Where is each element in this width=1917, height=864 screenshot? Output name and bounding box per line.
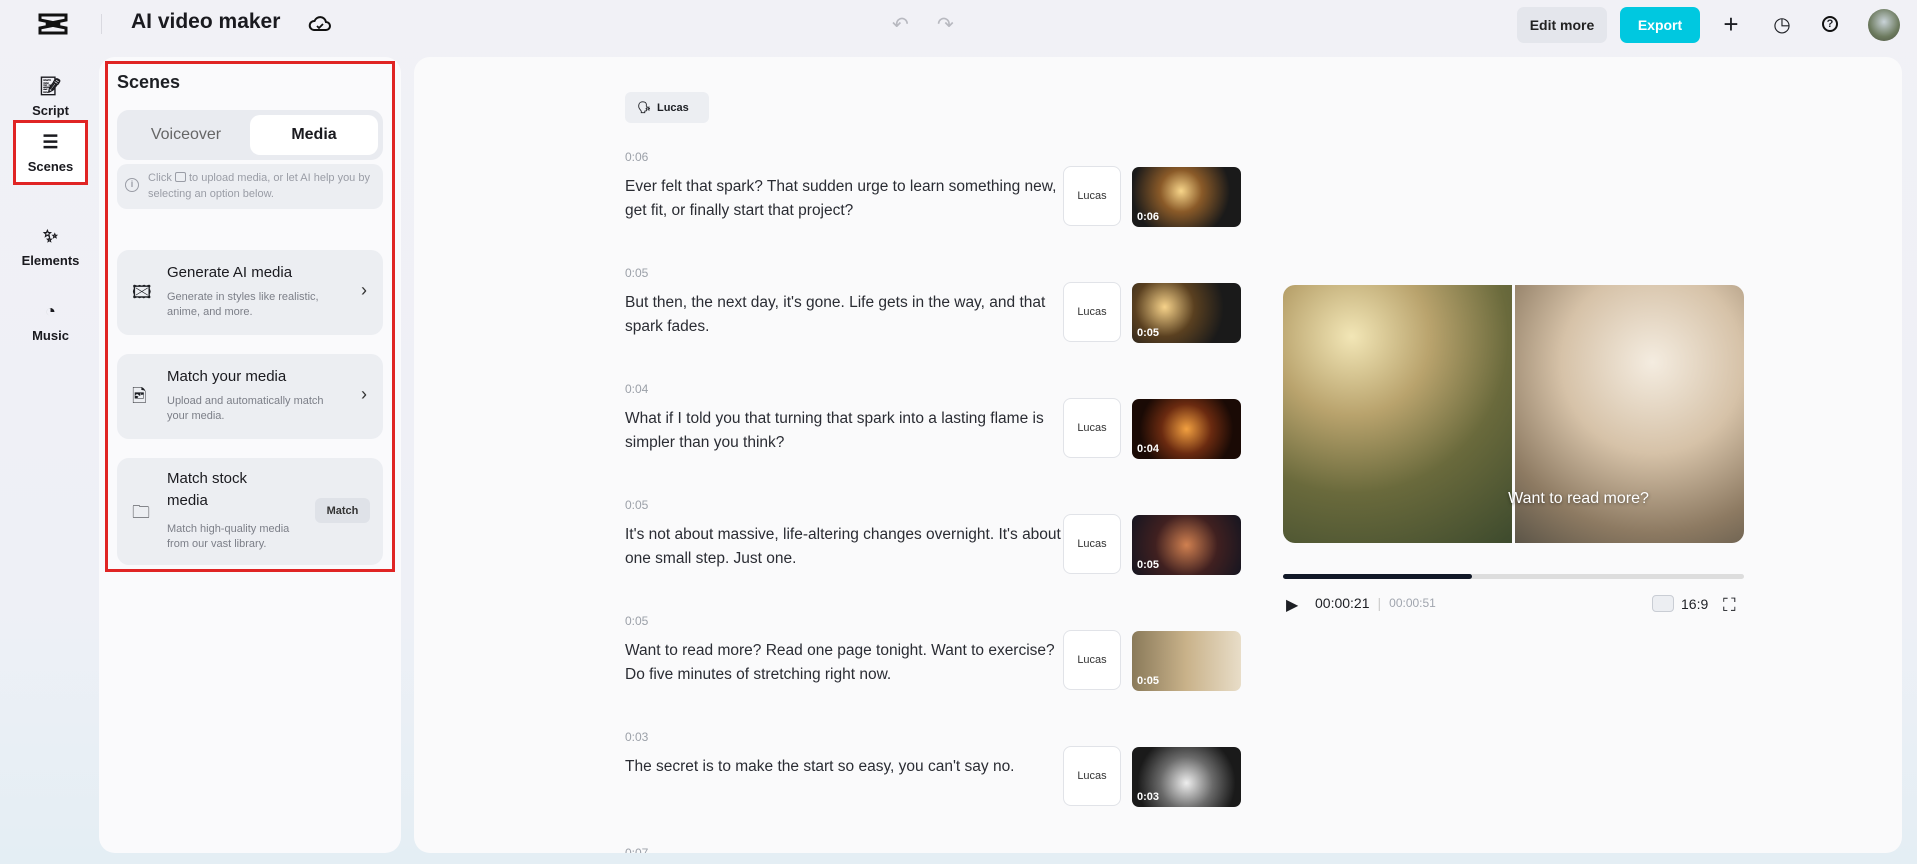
rail-label: Elements	[21, 253, 80, 268]
scene-duration: 0:03	[625, 730, 649, 744]
scenes-icon: ☰	[42, 131, 59, 152]
voice-icon: 🗣︎	[637, 102, 651, 114]
rail-item-script[interactable]: 📝︎ Script	[14, 65, 87, 129]
scene-thumbnail[interactable]: 0:05	[1132, 283, 1241, 343]
chevron-right-icon: ›	[361, 280, 367, 300]
match-your-media-card[interactable]: 🖻 Match your media Upload and automatica…	[117, 354, 383, 439]
tab-voiceover[interactable]: Voiceover	[122, 115, 250, 155]
rail-item-elements[interactable]: ✨︎ Elements	[14, 215, 87, 279]
help-icon[interactable]: ?	[1818, 12, 1842, 36]
match-button[interactable]: Match	[315, 498, 370, 523]
preview-caption: Want to read more?	[1508, 490, 1649, 507]
fullscreen-icon[interactable]: ⛶	[1723, 595, 1736, 616]
capcut-logo-icon[interactable]	[38, 12, 68, 36]
user-avatar[interactable]	[1868, 9, 1900, 41]
rail-item-scenes[interactable]: ☰ Scenes	[13, 120, 88, 185]
rail-label: Scenes	[27, 158, 74, 174]
scene-thumbnail[interactable]: 0:04	[1132, 399, 1241, 459]
scene-duration: 0:04	[625, 382, 649, 396]
total-time: 00:00:51	[1389, 596, 1436, 610]
scene-script-text[interactable]: But then, the next day, it's gone. Life …	[625, 291, 1065, 339]
scene-duration: 0:05	[625, 614, 649, 628]
top-bar: AI video maker ↶ ↷ Edit more Export + ◷ …	[0, 0, 1917, 55]
rail-item-music[interactable]: ◔ Music	[14, 290, 87, 354]
thumbnail-duration: 0:06	[1137, 211, 1160, 223]
folder-icon: 🗀	[132, 502, 150, 522]
ai-image-icon: 🖾	[132, 282, 152, 302]
cloud-saved-icon[interactable]	[308, 12, 332, 36]
card-title: Match your media	[167, 368, 287, 385]
scene-script-text[interactable]: Want to read more? Read one page tonight…	[625, 639, 1065, 687]
gallery-icon: 🖻	[132, 386, 147, 406]
scene-thumbnail[interactable]: 0:05	[1132, 631, 1241, 691]
play-button[interactable]: ▶	[1286, 595, 1298, 615]
scene-duration: 0:07	[625, 846, 649, 853]
voice-chip[interactable]: 🗣︎ Lucas	[625, 92, 709, 123]
playback-progress[interactable]	[1283, 574, 1744, 579]
script-icon: 📝︎	[39, 76, 62, 96]
scene-voice-button[interactable]: Lucas	[1063, 746, 1121, 806]
current-time: 00:00:21	[1315, 595, 1370, 611]
upload-media-icon	[174, 172, 186, 182]
scene-duration: 0:05	[625, 498, 649, 512]
aspect-label: 16:9	[1681, 595, 1709, 612]
scenes-tab-switch: Voiceover Media	[117, 110, 383, 160]
card-desc: Match high-quality media from our vast l…	[167, 523, 290, 550]
aspect-ratio-icon	[1652, 595, 1674, 612]
app-title: AI video maker	[131, 10, 281, 33]
chevron-right-icon: ›	[361, 384, 367, 404]
scene-voice-button[interactable]: Lucas	[1063, 282, 1121, 342]
scene-voice-button[interactable]: Lucas	[1063, 630, 1121, 690]
plus-icon[interactable]: +	[1719, 9, 1743, 39]
scene-script-text[interactable]: It's not about massive, life-altering ch…	[625, 523, 1065, 571]
hint-text: Click	[148, 172, 172, 184]
thumbnail-duration: 0:03	[1137, 791, 1160, 803]
scene-thumbnail[interactable]: 0:05	[1132, 515, 1241, 575]
match-stock-media-card: 🗀 Match stock media Match high-quality m…	[117, 458, 383, 565]
scene-script-text[interactable]: What if I told you that turning that spa…	[625, 407, 1065, 455]
generate-ai-media-card[interactable]: 🖾 Generate AI media Generate in styles l…	[117, 250, 383, 335]
scene-voice-button[interactable]: Lucas	[1063, 398, 1121, 458]
edit-more-button[interactable]: Edit more	[1517, 7, 1607, 43]
undo-icon[interactable]: ↶	[892, 12, 909, 37]
play-icon: ▶	[1286, 597, 1299, 614]
scene-thumbnail[interactable]: 0:06	[1132, 167, 1241, 227]
scene-script-text[interactable]: Ever felt that spark? That sudden urge t…	[625, 175, 1065, 223]
tab-media[interactable]: Media	[250, 115, 378, 155]
card-title: Generate AI media	[167, 264, 293, 281]
scene-duration: 0:05	[625, 266, 649, 280]
scene-voice-button[interactable]: Lucas	[1063, 166, 1121, 226]
info-icon: i	[125, 178, 139, 192]
thumbnail-duration: 0:05	[1137, 675, 1160, 687]
rail-label: Script	[32, 103, 69, 118]
voice-name: Lucas	[656, 101, 689, 114]
scene-voice-button[interactable]: Lucas	[1063, 514, 1121, 574]
aspect-ratio-button[interactable]: 16:9	[1652, 595, 1708, 612]
video-preview[interactable]: Want to read more?	[1283, 285, 1744, 543]
redo-icon[interactable]: ↷	[937, 12, 954, 37]
progress-fill	[1283, 574, 1472, 579]
card-desc: Generate in styles like realistic, anime…	[167, 291, 319, 318]
scene-script-text[interactable]: The secret is to make the start so easy,…	[625, 755, 1065, 779]
elements-icon: ✨︎	[43, 226, 58, 246]
scene-duration: 0:06	[625, 150, 649, 164]
upload-hint: i Click to upload media, or let AI help …	[117, 164, 383, 209]
history-icon[interactable]: ◷	[1770, 12, 1794, 36]
card-title: Match stock media	[167, 470, 248, 509]
scene-thumbnail[interactable]: 0:03	[1132, 747, 1241, 807]
rail-label: Music	[32, 328, 69, 343]
thumbnail-duration: 0:04	[1137, 443, 1160, 455]
card-desc: Upload and automatically match your medi…	[167, 395, 324, 422]
export-button[interactable]: Export	[1620, 7, 1700, 43]
thumbnail-duration: 0:05	[1137, 327, 1160, 339]
thumbnail-duration: 0:05	[1137, 559, 1160, 571]
time-display: 00:00:21 | 00:00:51	[1315, 595, 1436, 611]
scenes-heading: Scenes	[117, 72, 181, 92]
divider	[101, 14, 102, 34]
music-icon: ◔	[45, 301, 56, 321]
